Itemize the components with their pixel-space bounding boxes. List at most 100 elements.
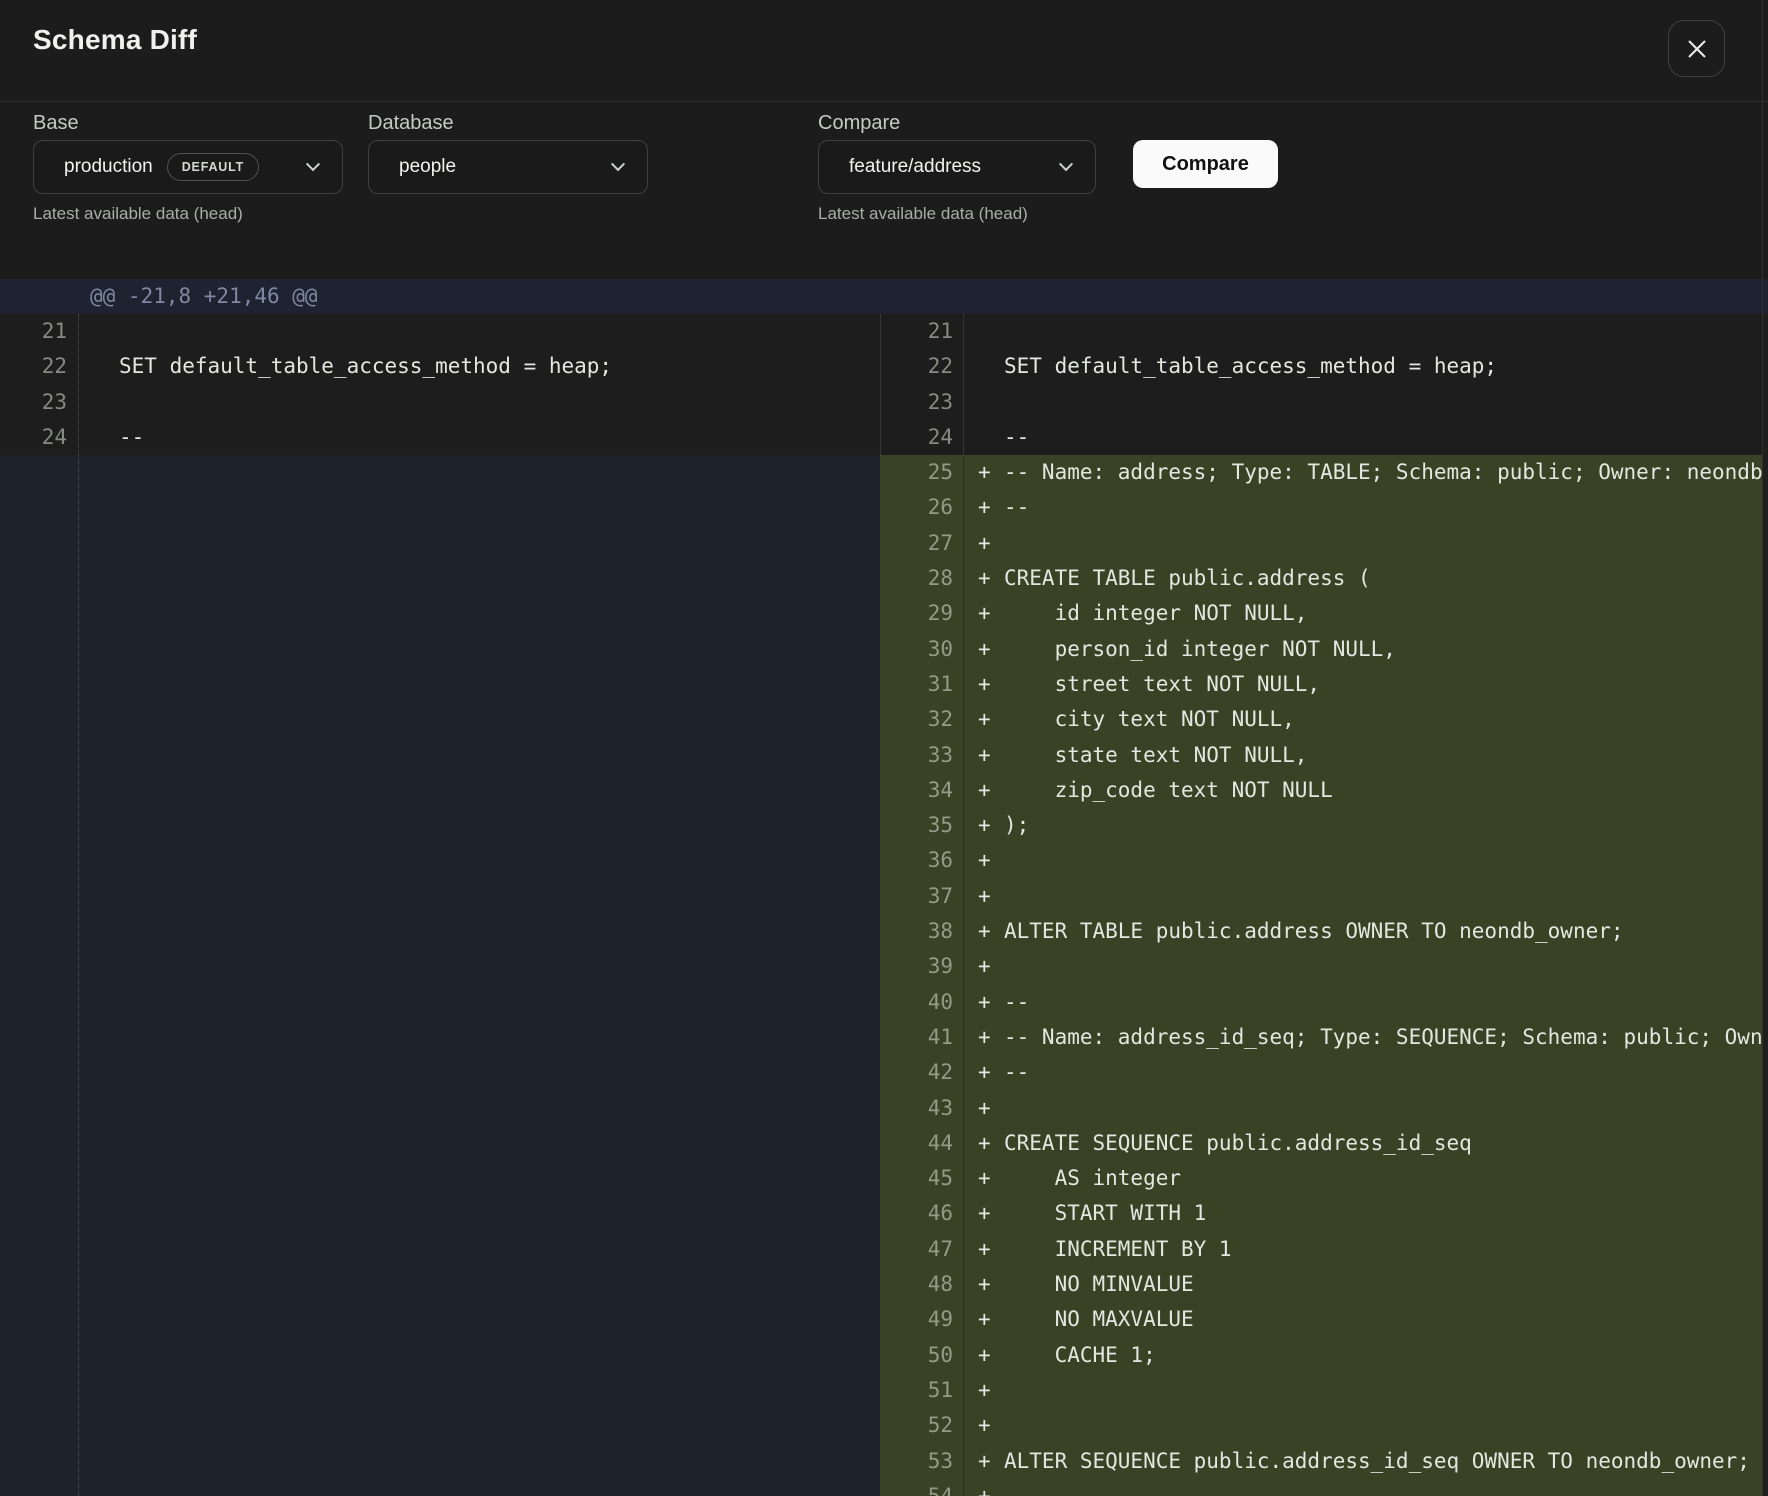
base-label: Base [33, 112, 79, 135]
added-marker: + [964, 879, 1004, 914]
line-number: 41 [880, 1020, 963, 1055]
diff-hunk-header: @@ -21,8 +21,46 @@ [0, 279, 1768, 314]
line-number: 52 [880, 1408, 963, 1443]
diff-line [0, 1196, 880, 1231]
diff-line [0, 914, 880, 949]
code-text: ALTER SEQUENCE public.address_id_seq OWN… [1004, 1444, 1750, 1479]
line-number: 32 [880, 702, 963, 737]
added-marker: + [964, 1126, 1004, 1161]
code-text: ALTER TABLE public.address OWNER TO neon… [1004, 914, 1624, 949]
line-number: 51 [880, 1373, 963, 1408]
diff-line: 52+ [880, 1408, 1762, 1443]
diff-line [0, 455, 880, 490]
gutter-divider [78, 314, 79, 1496]
diff-line [0, 985, 880, 1020]
diff-line [0, 1302, 880, 1337]
code-text: -- [1004, 985, 1029, 1020]
added-marker [964, 349, 1004, 384]
diff-line [0, 1091, 880, 1126]
base-branch-value: production [64, 156, 153, 178]
added-marker: + [964, 949, 1004, 984]
added-marker: + [964, 808, 1004, 843]
compare-button[interactable]: Compare [1133, 140, 1278, 188]
added-marker [79, 420, 119, 455]
code-text: state text NOT NULL, [1004, 738, 1307, 773]
line-number: 38 [880, 914, 963, 949]
line-number: 37 [880, 879, 963, 914]
added-marker: + [964, 1338, 1004, 1373]
page-title: Schema Diff [33, 24, 197, 56]
diff-line: 47+ INCREMENT BY 1 [880, 1232, 1762, 1267]
code-text: -- [119, 420, 144, 455]
diff-line: 41+-- Name: address_id_seq; Type: SEQUEN… [880, 1020, 1762, 1055]
line-number: 24 [0, 420, 78, 455]
code-text: city text NOT NULL, [1004, 702, 1295, 737]
diff-line: 21 [0, 314, 880, 349]
diff-line: 54+ [880, 1479, 1762, 1496]
added-marker: + [964, 1055, 1004, 1090]
default-badge: DEFAULT [167, 153, 259, 181]
diff-line: 21 [880, 314, 1762, 349]
schema-diff-modal: Schema Diff Base Database Compare produc… [0, 0, 1768, 1496]
diff-line: 36+ [880, 843, 1762, 878]
close-button[interactable] [1668, 20, 1725, 77]
added-marker: + [964, 702, 1004, 737]
diff-line [0, 1267, 880, 1302]
diff-line [0, 1126, 880, 1161]
diff-line [0, 561, 880, 596]
line-number: 45 [880, 1161, 963, 1196]
line-number: 48 [880, 1267, 963, 1302]
added-marker [964, 420, 1004, 455]
diff-line [0, 843, 880, 878]
base-caption: Latest available data (head) [33, 204, 243, 224]
diff-line [0, 1338, 880, 1373]
diff-viewer: @@ -21,8 +21,46 @@ 2122SET default_table… [0, 279, 1768, 1496]
added-marker: + [964, 490, 1004, 525]
added-marker [79, 314, 119, 349]
code-text: CACHE 1; [1004, 1338, 1156, 1373]
line-number: 30 [880, 632, 963, 667]
added-marker: + [964, 1302, 1004, 1337]
line-number: 43 [880, 1091, 963, 1126]
line-number: 50 [880, 1338, 963, 1373]
diff-line [0, 738, 880, 773]
compare-branch-select[interactable]: feature/address [818, 140, 1096, 194]
line-number: 47 [880, 1232, 963, 1267]
diff-line [0, 1408, 880, 1443]
code-text: person_id integer NOT NULL, [1004, 632, 1396, 667]
diff-line: 38+ALTER TABLE public.address OWNER TO n… [880, 914, 1762, 949]
diff-line: 51+ [880, 1373, 1762, 1408]
chevron-down-icon [611, 157, 625, 171]
diff-line: 44+CREATE SEQUENCE public.address_id_seq [880, 1126, 1762, 1161]
diff-line [0, 879, 880, 914]
diff-line: 26+-- [880, 490, 1762, 525]
diff-line [0, 702, 880, 737]
diff-line: 24 -- [0, 420, 880, 455]
line-number: 36 [880, 843, 963, 878]
diff-line: 23 [880, 385, 1762, 420]
added-marker: + [964, 1232, 1004, 1267]
line-number: 42 [880, 1055, 963, 1090]
diff-line: 50+ CACHE 1; [880, 1338, 1762, 1373]
line-number: 44 [880, 1126, 963, 1161]
base-branch-select[interactable]: production DEFAULT [33, 140, 343, 194]
code-text: NO MINVALUE [1004, 1267, 1194, 1302]
diff-line: 22SET default_table_access_method = heap… [0, 349, 880, 384]
added-marker: + [964, 1161, 1004, 1196]
database-select[interactable]: people [368, 140, 648, 194]
added-marker: + [964, 1408, 1004, 1443]
added-marker: + [964, 773, 1004, 808]
added-marker: + [964, 1444, 1004, 1479]
added-marker: + [964, 985, 1004, 1020]
chevron-down-icon [1059, 157, 1073, 171]
diff-line [0, 1444, 880, 1479]
diff-line: 30+ person_id integer NOT NULL, [880, 632, 1762, 667]
line-number: 24 [880, 420, 963, 455]
diff-line: 35+); [880, 808, 1762, 843]
line-number: 29 [880, 596, 963, 631]
added-marker: + [964, 526, 1004, 561]
line-number: 23 [0, 385, 78, 420]
diff-line: 32+ city text NOT NULL, [880, 702, 1762, 737]
code-text: -- Name: address_id_seq; Type: SEQUENCE;… [1004, 1020, 1762, 1055]
code-text: -- Name: address; Type: TABLE; Schema: p… [1004, 455, 1762, 490]
